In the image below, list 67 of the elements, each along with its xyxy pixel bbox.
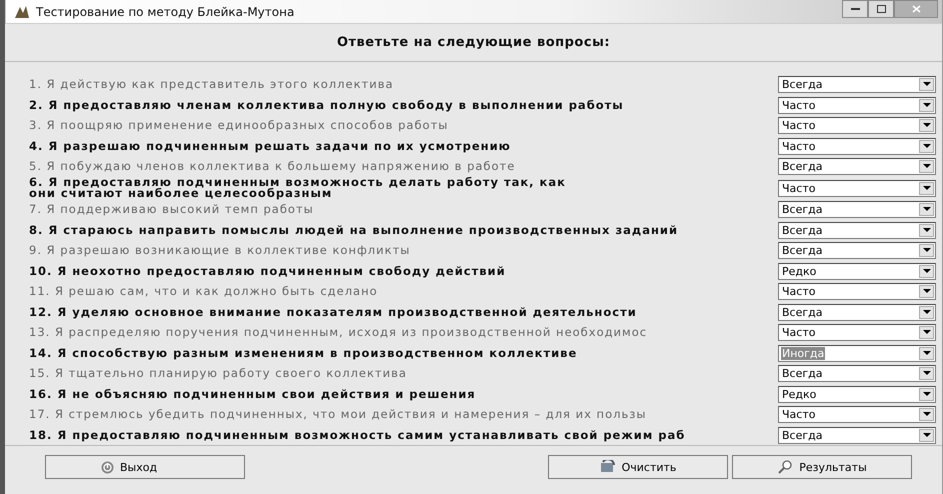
- minimize-button[interactable]: [842, 0, 868, 18]
- answer-value: Иногда: [781, 346, 826, 360]
- question-text: 10. Я неохотно предоставляю подчиненным свободу действий: [29, 266, 507, 276]
- exit-button[interactable]: Выход: [45, 455, 245, 479]
- answer-dropdown[interactable]: Иногда: [778, 344, 936, 362]
- answer-dropdown[interactable]: Всегда: [778, 76, 936, 93]
- question-text: 1. Я действую как представитель этого коллектива: [29, 79, 395, 90]
- answer-value: Часто: [781, 408, 816, 421]
- search-icon: [777, 460, 794, 474]
- answer-dropdown[interactable]: Часто: [778, 324, 936, 341]
- answer-value: Часто: [781, 326, 816, 339]
- question-text: 16. Я не объясняю подчиненным свои действия и решения: [29, 388, 477, 400]
- question-text: 15. Я тщательно планирую работу своего коллектива: [29, 368, 408, 379]
- answer-value: Всегда: [781, 203, 824, 216]
- question-text: 5. Я побуждаю членов коллектива к большему напряжению в работе: [29, 161, 516, 172]
- answer-dropdown[interactable]: Часто: [778, 283, 936, 300]
- question-text: 17. Я стремлюсь убедить подчиненных, что мои действия и намерения – для их пользы: [29, 409, 648, 420]
- answer-value: Часто: [781, 98, 816, 112]
- answer-dropdown[interactable]: Всегда: [778, 222, 936, 238]
- question-text: 7. Я поддерживаю высокий темп работы: [29, 204, 315, 215]
- question-text: 12. Я уделяю основное внимание показателям производственной деятельности: [29, 306, 638, 318]
- question-text: 4. Я разрешаю подчиненным решать задачи по их усмотрению: [29, 140, 512, 152]
- answer-dropdown[interactable]: Часто: [778, 180, 936, 196]
- answer-value: Всегда: [781, 306, 824, 318]
- question-text: 2. Я предоставляю членам коллектива полную свободу в выполнении работы: [29, 100, 625, 110]
- answer-dropdown[interactable]: Редко: [778, 262, 936, 280]
- answer-value: Редко: [781, 388, 818, 400]
- answer-value: Всегда: [781, 244, 824, 257]
- question-text: 3. Я поощряю применение единообразных способов работы: [29, 120, 450, 131]
- app-icon: [14, 4, 30, 18]
- answer-value: Редко: [781, 264, 818, 278]
- answer-value: Часто: [781, 285, 816, 298]
- answer-dropdown[interactable]: Редко: [778, 386, 936, 402]
- maximize-icon: [876, 5, 886, 13]
- minimize-icon: [850, 8, 860, 10]
- clear-button[interactable]: Очистить: [548, 455, 728, 479]
- window-title: Тестирование по методу Блейка-Мутона: [36, 4, 296, 18]
- answer-value: Всегда: [781, 160, 824, 173]
- answer-dropdown[interactable]: Всегда: [778, 426, 936, 444]
- answer-dropdown[interactable]: Всегда: [778, 304, 936, 320]
- answer-dropdown[interactable]: Часто: [778, 138, 936, 154]
- question-text: 11. Я решаю сам, что и как должно быть сделано: [29, 286, 379, 297]
- close-icon: [912, 5, 920, 13]
- answer-value: Всегда: [781, 224, 824, 236]
- answer-dropdown[interactable]: Всегда: [778, 158, 936, 175]
- answer-value: Всегда: [781, 428, 824, 442]
- power-icon: [101, 460, 114, 474]
- question-text: 13. Я распределяю поручения подчиненным, исходя из производственной необходимос: [29, 327, 648, 338]
- answer-value: Всегда: [781, 78, 824, 91]
- answer-dropdown[interactable]: Часто: [778, 406, 936, 423]
- heading: Ответьте на следующие вопросы:: [336, 35, 610, 50]
- answer-value: Часто: [781, 119, 816, 132]
- question-text: 18. Я предоставляю подчиненным возможность самим устанавливать свой режим раб: [29, 430, 686, 440]
- answer-dropdown[interactable]: Часто: [778, 117, 936, 134]
- question-text: 9. Я разрешаю возникающие в коллективе конфликты: [29, 245, 412, 256]
- answer-dropdown[interactable]: Всегда: [778, 242, 936, 259]
- question-text: 8. Я стараюсь направить помыслы людей на выполнение производственных заданий: [29, 224, 680, 236]
- question-text: 6. Я предоставляю подчиненным возможность делать работу так, как они считают наиболее целесообразным: [29, 177, 567, 199]
- answer-value: Часто: [781, 140, 816, 152]
- answer-value: Часто: [781, 182, 816, 194]
- answer-value: Всегда: [781, 367, 824, 380]
- maximize-button[interactable]: [868, 0, 894, 18]
- results-button[interactable]: Результаты: [732, 455, 912, 479]
- answer-dropdown[interactable]: Часто: [778, 96, 936, 114]
- answer-dropdown[interactable]: Всегда: [778, 365, 936, 382]
- answer-dropdown[interactable]: Всегда: [778, 201, 936, 218]
- question-text: 14. Я способствую разным изменениям в производственном коллективе: [29, 348, 578, 358]
